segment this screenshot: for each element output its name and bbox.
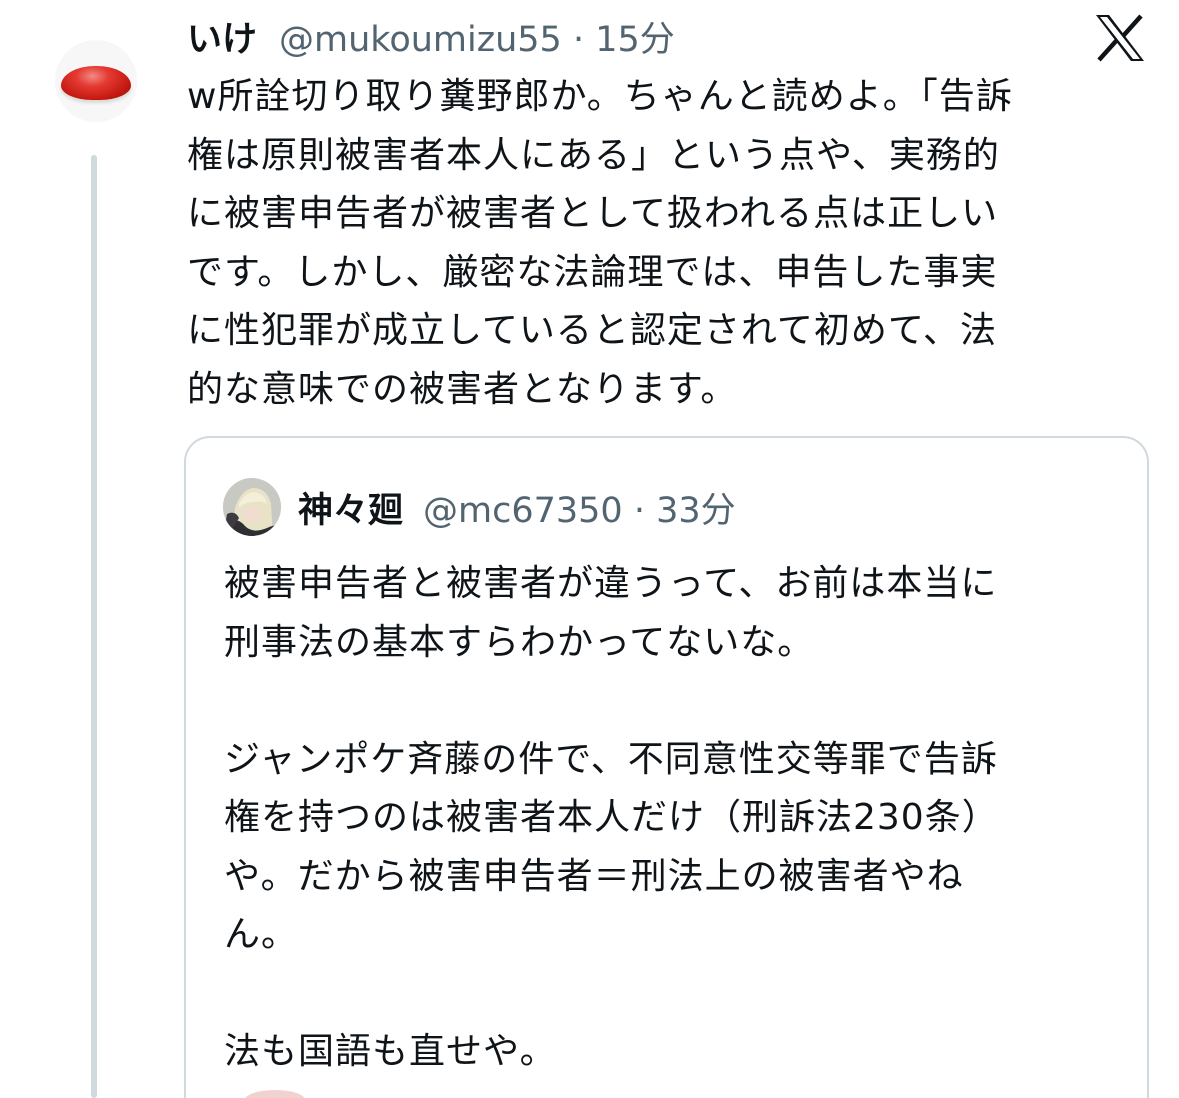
- quoted-tweet-body-text: 被害申告者と被害者が違うって、お前は本当に 刑事法の基本すらわかってないな。 ジ…: [224, 563, 999, 1072]
- red-blob-avatar-icon: [61, 66, 131, 100]
- quoted-author-handle-and-time[interactable]: @mc67350 · 33分: [423, 482, 736, 533]
- author-handle-and-time[interactable]: @mukoumizu55 · 15分: [279, 11, 675, 62]
- anime-character-avatar-icon[interactable]: [223, 478, 281, 536]
- tweet-header: いけ @mukoumizu55 · 15分: [187, 10, 675, 62]
- quoted-tweet-header: 神々廻 @mc67350 · 33分: [298, 480, 736, 534]
- author-avatar[interactable]: [55, 40, 137, 122]
- quoted-author-display-name[interactable]: 神々廻: [298, 482, 403, 533]
- thread-connector-line: [91, 155, 97, 1098]
- author-display-name[interactable]: いけ: [187, 11, 257, 62]
- x-logo-icon[interactable]: [1094, 14, 1146, 62]
- tweet-screenshot: いけ @mukoumizu55 · 15分 w所詮切り取り糞野郎か。ちゃんと読め…: [0, 0, 1179, 1098]
- quoted-tweet-card[interactable]: 神々廻 @mc67350 · 33分 被害申告者と被害者が違うって、お前は本当に…: [184, 436, 1149, 1098]
- tweet-body-text: w所詮切り取り糞野郎か。ちゃんと読めよ。「告訴 権は原則被害者本人にある」という…: [187, 76, 1013, 410]
